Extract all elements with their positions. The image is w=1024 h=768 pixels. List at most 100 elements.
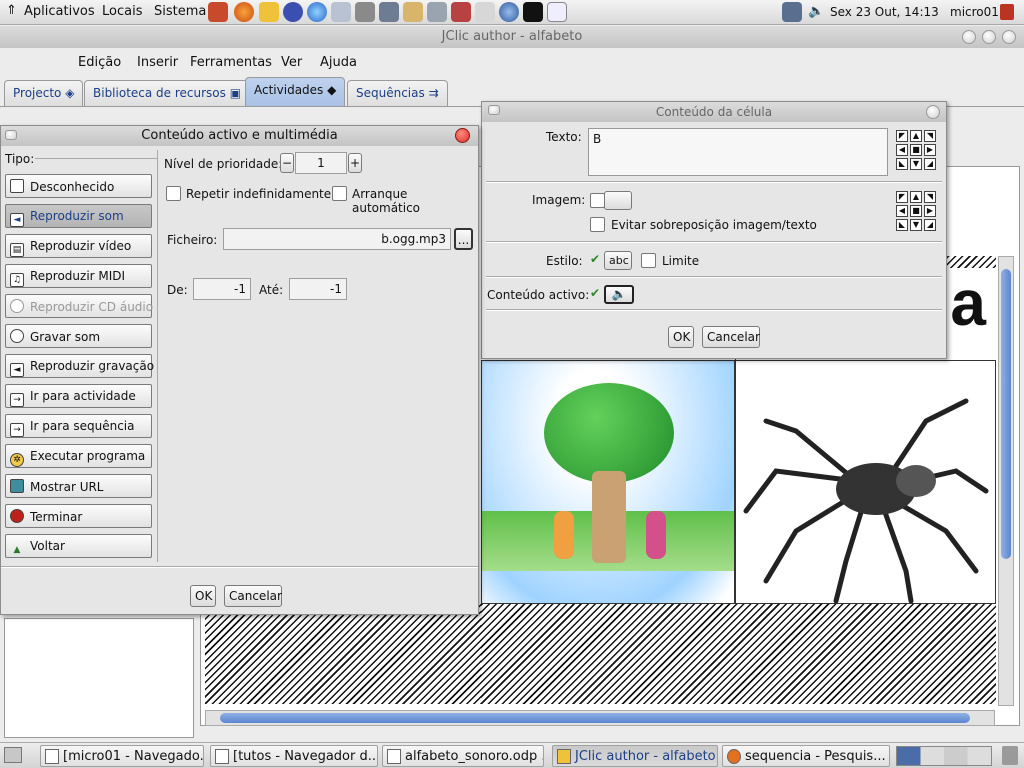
logout-icon[interactable] [1000,4,1014,20]
task-jclic-author[interactable]: JClic author - alfabeto [552,745,718,767]
align-bottom-icon[interactable]: ▼ [910,158,922,170]
active-ok-button[interactable]: OK [190,585,216,607]
align-top-right-icon[interactable]: ◥ [924,130,936,142]
calculator-launcher-icon[interactable] [451,2,471,22]
priority-decrement-button[interactable]: − [280,153,294,173]
style-button[interactable]: abc [604,251,632,270]
menu-ferramentas[interactable]: Ferramentas [190,55,272,70]
img-align-top-right-icon[interactable]: ◥ [924,191,936,203]
priority-increment-button[interactable]: + [348,153,362,173]
menu-ajuda[interactable]: Ajuda [320,55,357,70]
monitor-icon[interactable] [782,2,802,22]
text-alignment-grid[interactable]: ◤ ▲ ◥ ◀ ■ ▶ ◣ ▼ ◢ [896,130,936,170]
task-sequencia-pesquisa[interactable]: sequencia - Pesquis... [722,745,890,767]
file-manager-launcher-icon[interactable] [331,2,351,22]
text-input[interactable]: B [588,128,888,176]
type-reproduzir-midi-button[interactable]: ♫ Reproduzir MIDI [5,264,152,288]
from-input[interactable]: -1 [193,278,251,300]
clock[interactable]: Sex 23 Out, 14:13 [830,5,939,19]
align-bottom-right-icon[interactable]: ◢ [924,158,936,170]
type-reproduzir-som-button[interactable]: ◄ Reproduzir som [5,204,152,228]
tab-biblioteca[interactable]: Biblioteca de recursos ▣ [84,80,251,106]
img-align-bottom-right-icon[interactable]: ◢ [924,219,936,231]
type-gravar-som-button[interactable]: Gravar som [5,324,152,348]
active-content-button[interactable]: 🔈 [604,285,634,304]
cell-dialog-close-button[interactable] [926,105,940,119]
network-launcher-icon[interactable] [499,2,519,22]
cell-ok-button[interactable]: OK [668,326,694,348]
active-dialog-close-button[interactable] [455,128,470,143]
img-align-right-icon[interactable]: ▶ [924,205,936,217]
jclic-launcher-icon[interactable] [259,2,279,22]
task-alfabeto-odp[interactable]: alfabeto_sonoro.odp ... [382,745,544,767]
user-name[interactable]: micro01 [950,5,999,19]
img-align-center-icon[interactable]: ■ [910,205,922,217]
tools-launcher-icon[interactable] [355,2,375,22]
preview-cell-spider[interactable] [735,360,996,604]
globe-launcher-icon[interactable] [307,2,327,22]
cell-cancel-button[interactable]: Cancelar [702,326,760,348]
tab-actividades[interactable]: Actividades ◆ [245,77,346,106]
bird-launcher-icon[interactable] [403,2,423,22]
img-align-bottom-icon[interactable]: ▼ [910,219,922,231]
brush-launcher-icon[interactable] [379,2,399,22]
screenshot-launcher-icon[interactable] [475,2,495,22]
type-desconhecido-button[interactable]: Desconhecido [5,174,152,198]
trash-icon[interactable] [1002,746,1018,765]
style-checkmark-icon[interactable]: ✔ [590,252,600,266]
repeat-checkbox[interactable] [166,186,181,201]
firefox-launcher-icon[interactable] [234,2,254,22]
img-align-top-icon[interactable]: ▲ [910,191,922,203]
align-left-icon[interactable]: ◀ [896,144,908,156]
autostart-checkbox[interactable] [332,186,347,201]
menu-ver[interactable]: Ver [281,55,302,70]
align-top-icon[interactable]: ▲ [910,130,922,142]
menu-system[interactable]: Sistema [154,4,206,19]
type-executar-programa-button[interactable]: ✲ Executar programa [5,444,152,468]
priority-input[interactable]: 1 [295,152,347,174]
limit-checkbox[interactable] [641,253,656,268]
type-mostrar-url-button[interactable]: Mostrar URL [5,474,152,498]
menu-applications[interactable]: Aplicativos [24,4,95,19]
show-desktop-icon[interactable] [4,747,22,763]
horizontal-scrollbar-thumb[interactable] [220,713,970,723]
workspace-switcher[interactable] [896,746,992,766]
align-center-icon[interactable]: ■ [910,144,922,156]
vertical-scrollbar[interactable] [998,256,1014,706]
avoid-overlap-checkbox[interactable] [590,217,605,232]
horizontal-scrollbar[interactable] [205,710,995,726]
pen-launcher-icon[interactable] [427,2,447,22]
align-right-icon[interactable]: ▶ [924,144,936,156]
terminal-launcher-icon[interactable] [523,2,543,22]
minimize-button[interactable] [962,30,976,44]
img-align-top-left-icon[interactable]: ◤ [896,191,908,203]
menu-inserir[interactable]: Inserir [137,55,178,70]
help-launcher-icon[interactable] [208,2,228,22]
active-dialog-menu-button[interactable] [5,130,17,140]
task-tutos-navegador[interactable]: [tutos - Navegador d... [210,745,378,767]
type-reproduzir-video-button[interactable]: ▤ Reproduzir vídeo [5,234,152,258]
menu-places[interactable]: Locais [102,4,142,19]
image-select-button[interactable] [604,191,632,210]
tab-sequencias[interactable]: Sequências ⇉ [347,80,448,106]
maximize-button[interactable] [982,30,996,44]
img-align-left-icon[interactable]: ◀ [896,205,908,217]
text-editor-launcher-icon[interactable] [547,2,567,22]
image-alignment-grid[interactable]: ◤ ▲ ◥ ◀ ■ ▶ ◣ ▼ ◢ [896,191,936,231]
align-top-left-icon[interactable]: ◤ [896,130,908,142]
type-voltar-button[interactable]: ▲ Voltar [5,534,152,558]
vertical-scrollbar-thumb[interactable] [1001,269,1011,559]
align-bottom-left-icon[interactable]: ◣ [896,158,908,170]
browse-file-button[interactable]: ... [454,228,473,250]
type-terminar-button[interactable]: Terminar [5,504,152,528]
file-input[interactable]: b.ogg.mp3 [223,228,451,250]
volume-icon[interactable]: 🔈 [808,4,824,19]
type-reproduzir-gravacao-button[interactable]: ◄ Reproduzir gravação [5,354,154,378]
close-window-button[interactable] [1002,30,1016,44]
to-input[interactable]: -1 [289,278,347,300]
cell-dialog-menu-button[interactable] [488,105,500,115]
web-launcher-icon[interactable] [283,2,303,22]
type-ir-actividade-button[interactable]: → Ir para actividade [5,384,152,408]
type-ir-sequencia-button[interactable]: → Ir para sequência [5,414,152,438]
task-micro01-navegador[interactable]: [micro01 - Navegado... [40,745,204,767]
